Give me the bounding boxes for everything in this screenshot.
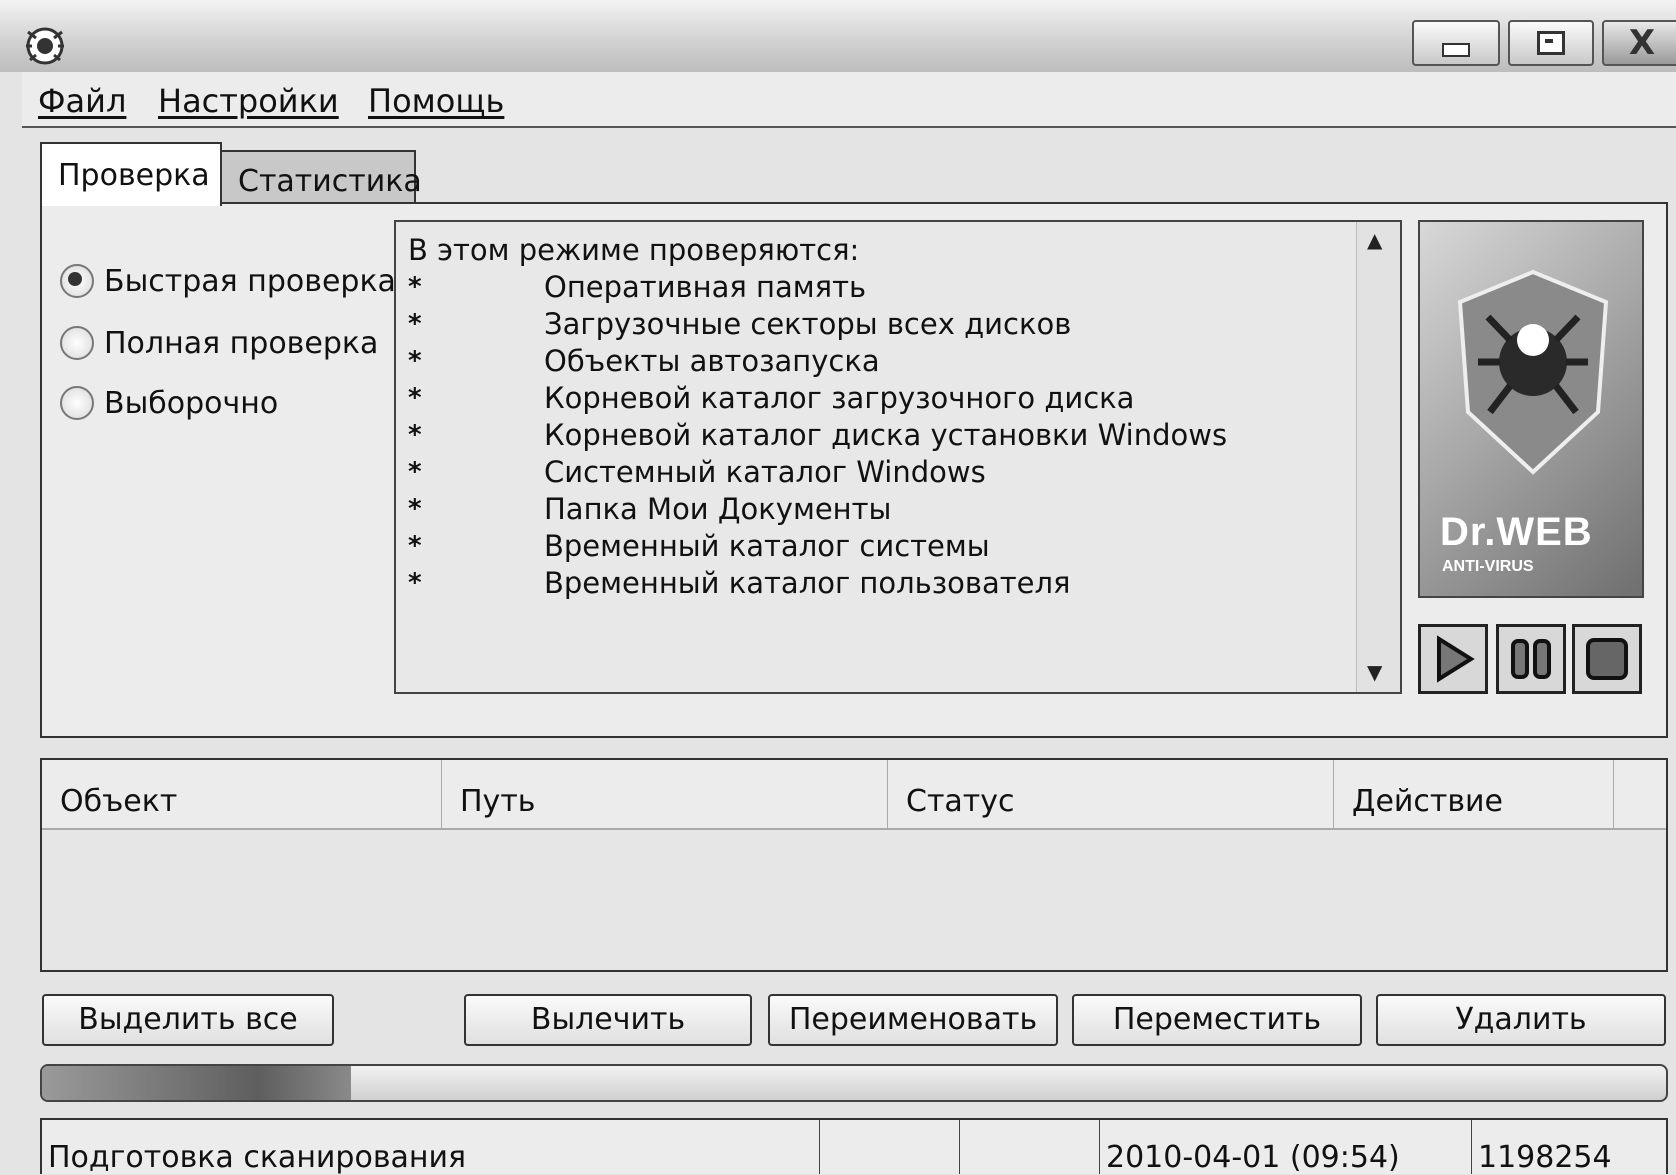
list-item-label: Объекты автозапуска — [544, 344, 880, 378]
stop-scan-button[interactable] — [1572, 624, 1642, 694]
list-item-label: Оперативная память — [544, 270, 867, 304]
menu-bar: Файл Настройки Помощь — [22, 72, 1676, 128]
status-cell — [820, 1120, 960, 1174]
list-item-label: Загрузочные секторы всех дисков — [544, 307, 1072, 341]
cure-button[interactable]: Вылечить — [464, 994, 752, 1046]
menu-file[interactable]: Файл — [38, 82, 126, 120]
stop-icon — [1586, 638, 1628, 680]
drweb-spider-icon[interactable] — [22, 22, 68, 68]
radio-indicator[interactable] — [60, 326, 94, 360]
results-table[interactable]: Объект Путь Статус Действие — [40, 758, 1668, 972]
scroll-up-icon[interactable]: ▲ — [1367, 228, 1382, 252]
list-item: * Корневой каталог диска установки Window… — [408, 417, 1227, 454]
menu-help[interactable]: Помощь — [368, 82, 504, 120]
pause-icon — [1511, 639, 1551, 679]
play-icon — [1437, 635, 1475, 683]
column-header-object[interactable]: Объект — [42, 760, 442, 830]
radio-indicator[interactable] — [60, 264, 94, 298]
column-header-status[interactable]: Статус — [888, 760, 1334, 830]
shield-spider-icon — [1457, 269, 1609, 475]
list-item-label: Папка Мои Документы — [544, 492, 892, 526]
radio-label: Быстрая проверка — [104, 263, 396, 299]
bullet: * — [408, 346, 422, 376]
bullet: * — [408, 531, 422, 561]
scroll-down-icon[interactable]: ▼ — [1367, 660, 1382, 684]
close-icon: X — [1628, 23, 1656, 63]
select-all-button[interactable]: Выделить все — [42, 994, 334, 1046]
bullet: * — [408, 420, 422, 450]
list-item-label: Корневой каталог загрузочного диска — [544, 381, 1135, 415]
pause-scan-button[interactable] — [1496, 624, 1566, 694]
start-scan-button[interactable] — [1418, 624, 1488, 694]
bullet: * — [408, 494, 422, 524]
logo-subtitle: ANTI-VIRUS — [1442, 558, 1534, 575]
bullet: * — [408, 457, 422, 487]
delete-button[interactable]: Удалить — [1376, 994, 1666, 1046]
radio-label: Выборочно — [104, 385, 279, 421]
minimize-icon — [1442, 43, 1470, 57]
list-item: * Загрузочные секторы всех дисков — [408, 306, 1227, 343]
status-message: Подготовка сканирования — [42, 1120, 820, 1175]
radio-custom-scan[interactable]: Выборочно — [60, 380, 278, 426]
progress-fill — [42, 1066, 351, 1100]
maximize-icon — [1537, 31, 1565, 55]
radio-quick-scan[interactable]: Быстрая проверка — [60, 258, 396, 304]
scan-progress-bar — [40, 1064, 1668, 1102]
tab-statistics[interactable]: Статистика — [220, 150, 422, 202]
menu-settings[interactable]: Настройки — [158, 82, 339, 120]
list-item-label: Корневой каталог диска установки Windows — [544, 418, 1228, 452]
status-datetime: 2010-04-01 (09:54) — [1100, 1120, 1472, 1175]
list-item-label: Временный каталог системы — [544, 529, 990, 563]
radio-label: Полная проверка — [104, 325, 379, 361]
maximize-button[interactable] — [1508, 20, 1594, 66]
radio-full-scan[interactable]: Полная проверка — [60, 320, 378, 366]
scan-description-text: В этом режиме проверяются: * Оперативная … — [408, 232, 1227, 602]
description-heading: В этом режиме проверяются: — [408, 233, 860, 267]
bullet: * — [408, 383, 422, 413]
status-cell — [960, 1120, 1100, 1174]
list-item: * Папка Мои Документы — [408, 491, 1227, 528]
column-header-action[interactable]: Действие — [1334, 760, 1614, 830]
radio-indicator[interactable] — [60, 386, 94, 420]
bullet: * — [408, 309, 422, 339]
bullet: * — [408, 568, 422, 598]
tab-scan[interactable]: Проверка — [40, 142, 222, 206]
drweb-logo: Dr.WEB ANTI-VIRUS — [1418, 220, 1644, 598]
status-bar: Подготовка сканирования 2010-04-01 (09:5… — [40, 1118, 1668, 1175]
close-button[interactable]: X — [1602, 20, 1676, 66]
description-scrollbar[interactable]: ▲ ▼ — [1356, 222, 1400, 692]
title-bar: X — [0, 0, 1676, 72]
move-button[interactable]: Переместить — [1072, 994, 1362, 1046]
minimize-button[interactable] — [1412, 20, 1500, 66]
scan-description-box[interactable]: В этом режиме проверяются: * Оперативная … — [394, 220, 1402, 694]
bullet: * — [408, 272, 422, 302]
list-item-label: Системный каталог Windows — [544, 455, 986, 489]
list-item: * Временный каталог пользователя — [408, 565, 1227, 602]
list-item: * Временный каталог системы — [408, 528, 1227, 565]
status-count: 1198254 — [1478, 1140, 1612, 1175]
list-item: * Системный каталог Windows — [408, 454, 1227, 491]
column-header-path[interactable]: Путь — [442, 760, 888, 830]
results-table-header: Объект Путь Статус Действие — [42, 760, 1666, 830]
list-item: * Корневой каталог загрузочного диска — [408, 380, 1227, 417]
list-item: * Оперативная память — [408, 269, 1227, 306]
list-item: * Объекты автозапуска — [408, 343, 1227, 380]
rename-button[interactable]: Переименовать — [768, 994, 1058, 1046]
list-item-label: Временный каталог пользователя — [544, 566, 1071, 600]
logo-brand: Dr.WEB — [1440, 510, 1593, 554]
